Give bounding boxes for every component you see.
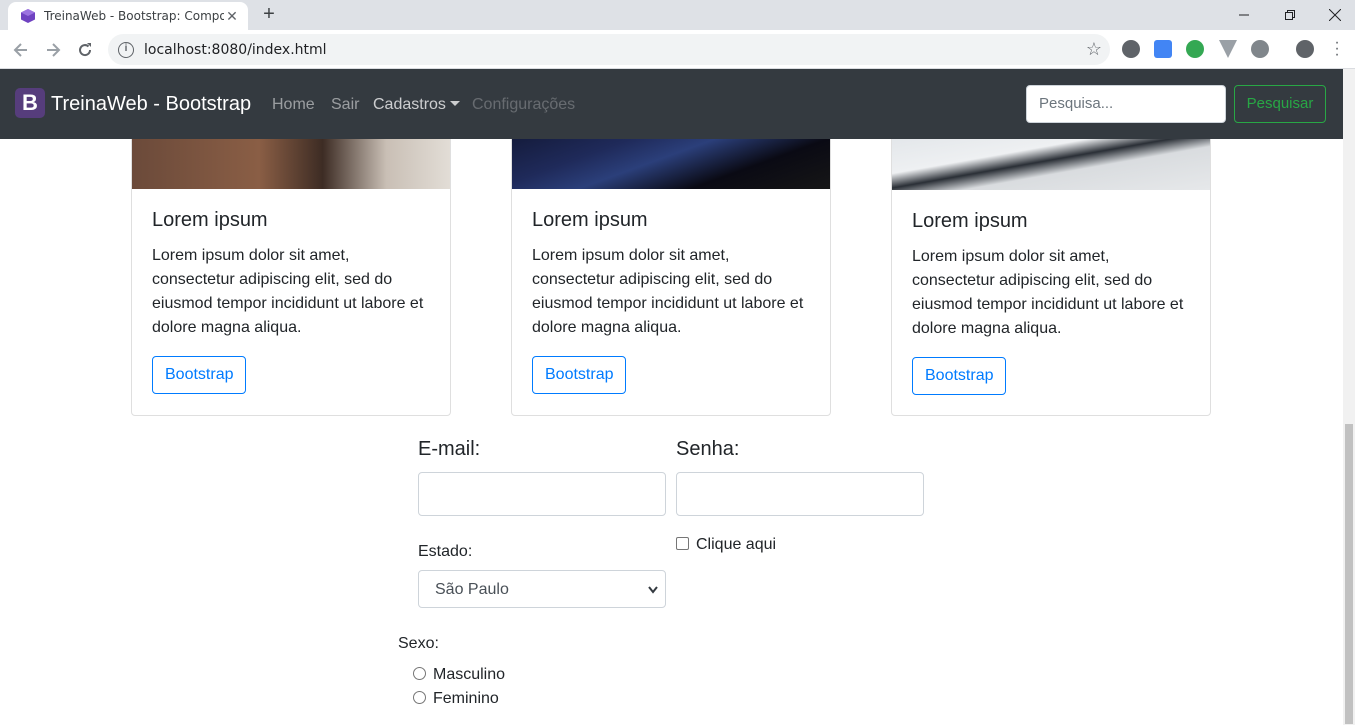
clique-aqui-checkbox[interactable] (676, 537, 689, 550)
vue-extension-icon[interactable] (1219, 40, 1237, 58)
restore-icon[interactable] (1267, 0, 1313, 30)
email-label: E-mail: (418, 438, 481, 460)
card: Lorem ipsum Lorem ipsum dolor sit amet, … (131, 100, 451, 416)
search-button[interactable]: Pesquisar (1234, 85, 1326, 123)
bookmark-star-icon[interactable]: ☆ (1086, 39, 1102, 60)
card-text: Lorem ipsum dolor sit amet, consectetur … (532, 247, 804, 336)
card-text: Lorem ipsum dolor sit amet, consectetur … (152, 247, 424, 336)
card-title: Lorem ipsum (532, 209, 648, 231)
senha-label: Senha: (676, 438, 740, 460)
card: Lorem ipsum Lorem ipsum dolor sit amet, … (511, 100, 831, 416)
browser-toolbar: i localhost:8080/index.html ☆ · · · (0, 30, 1355, 69)
card-title: Lorem ipsum (912, 210, 1028, 232)
site-navbar: B TreinaWeb - Bootstrap Home Sair Cadast… (0, 69, 1343, 139)
close-window-icon[interactable] (1312, 0, 1355, 30)
card-text: Lorem ipsum dolor sit amet, consectetur … (912, 248, 1184, 337)
search-input[interactable]: Pesquisa... (1026, 85, 1226, 123)
forward-icon[interactable] (41, 38, 65, 62)
password-field[interactable] (676, 472, 924, 516)
card-button[interactable]: Bootstrap (912, 357, 1007, 395)
bootstrap-favicon-icon (21, 9, 35, 23)
extension-icon[interactable] (1122, 40, 1140, 58)
minimize-icon[interactable] (1221, 0, 1267, 30)
green-extension-icon[interactable] (1186, 40, 1204, 58)
tab-close-icon[interactable]: ✕ (224, 8, 240, 25)
card: Lorem ipsum Lorem ipsum dolor sit amet, … (891, 100, 1211, 416)
gear-extension-icon[interactable] (1251, 40, 1269, 58)
estado-selected-value: São Paulo (435, 581, 509, 598)
scrollbar-thumb[interactable] (1345, 424, 1353, 724)
radio-feminino[interactable] (413, 691, 426, 704)
address-bar[interactable]: i localhost:8080/index.html ☆ (108, 34, 1110, 65)
bootstrap-logo-icon[interactable]: B (15, 88, 45, 118)
email-field[interactable] (418, 472, 666, 516)
url-text: localhost:8080/index.html (144, 41, 327, 58)
menu-kebab-icon[interactable]: · · · (1333, 35, 1341, 63)
card-button[interactable]: Bootstrap (152, 356, 247, 394)
browser-tab[interactable]: TreinaWeb - Bootstrap: Compone ✕ (8, 2, 248, 30)
nav-link-home[interactable]: Home (272, 96, 315, 114)
estado-label: Estado: (418, 543, 473, 560)
card-title: Lorem ipsum (152, 209, 268, 231)
nav-dropdown-cadastros[interactable]: Cadastros (373, 96, 460, 114)
card-button[interactable]: Bootstrap (532, 356, 627, 394)
tab-title: TreinaWeb - Bootstrap: Compone (44, 9, 224, 23)
site-info-icon[interactable]: i (118, 41, 134, 58)
new-tab-button[interactable]: + (258, 4, 280, 26)
sexo-label: Sexo: (398, 635, 439, 652)
radio-masculino[interactable] (413, 667, 426, 680)
profile-avatar-icon[interactable] (1296, 40, 1314, 58)
radio-label-feminino: Feminino (433, 690, 499, 707)
back-icon[interactable] (9, 38, 33, 62)
browser-tab-strip: TreinaWeb - Bootstrap: Compone ✕ + (0, 0, 1355, 30)
checkbox-label: Clique aqui (696, 536, 777, 553)
radio-label-masculino: Masculino (433, 666, 506, 683)
nav-link-sair[interactable]: Sair (331, 96, 359, 114)
translate-extension-icon[interactable] (1154, 40, 1172, 58)
estado-select[interactable]: São Paulo (418, 570, 666, 608)
page-scrollbar[interactable] (1343, 69, 1355, 725)
chevron-down-icon (647, 571, 659, 624)
reload-icon[interactable] (73, 38, 97, 62)
nav-link-configuracoes-disabled: Configurações (472, 96, 576, 113)
navbar-brand[interactable]: TreinaWeb - Bootstrap (51, 93, 251, 116)
